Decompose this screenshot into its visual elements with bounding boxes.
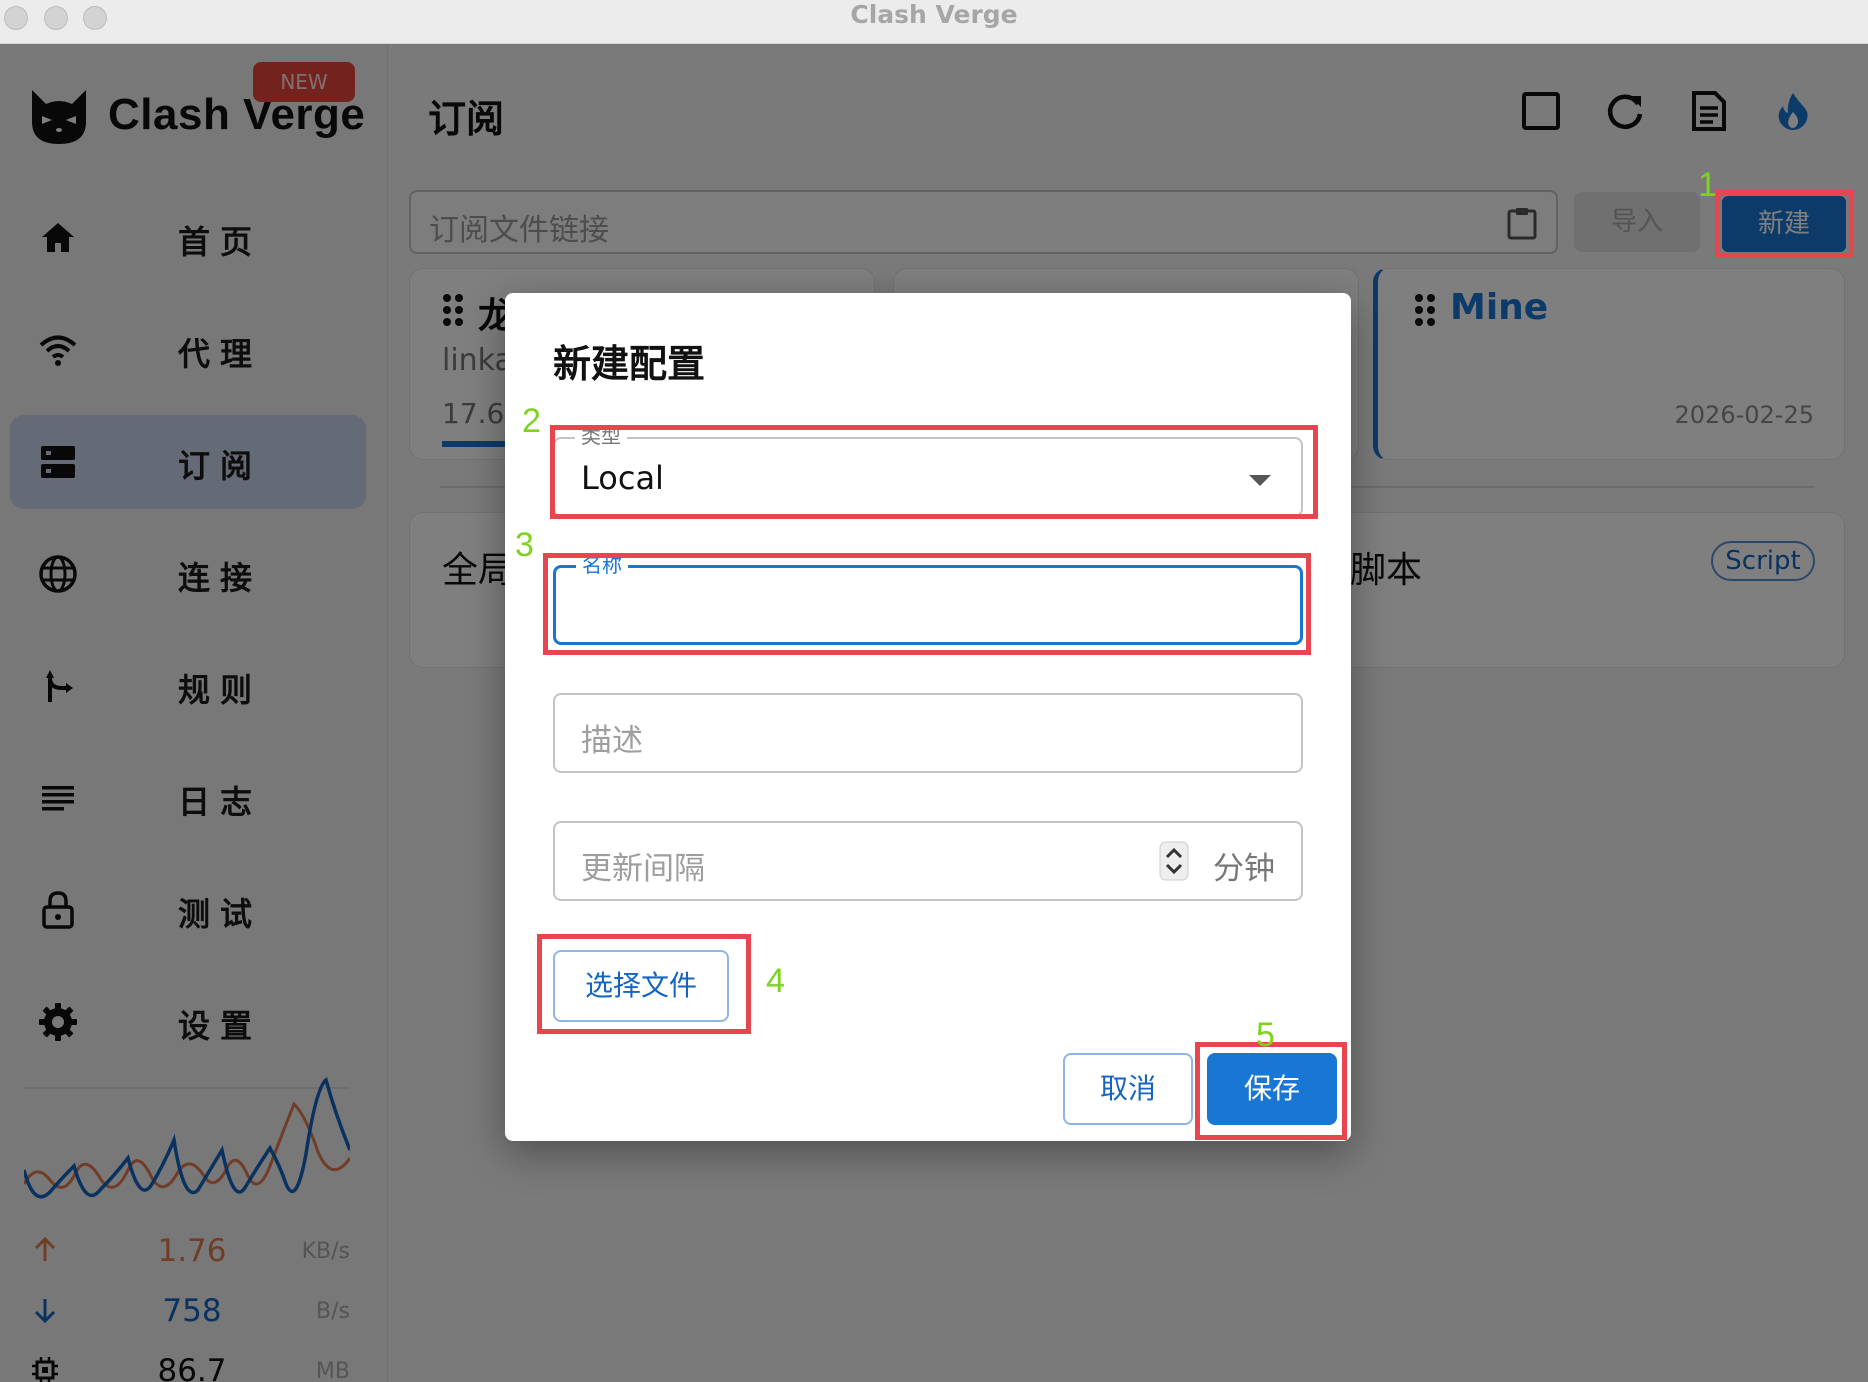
interval-unit: 分钟 xyxy=(1213,851,1275,887)
step-number-5: 5 xyxy=(1256,1016,1275,1054)
dialog-title: 新建配置 xyxy=(553,342,706,386)
highlight-box-5 xyxy=(1195,1042,1347,1140)
highlight-box-4 xyxy=(537,934,751,1034)
cancel-button[interactable]: 取消 xyxy=(1063,1053,1193,1125)
window-titlebar: Clash Verge xyxy=(0,0,1868,44)
step-number-3: 3 xyxy=(515,526,534,564)
highlight-box-1 xyxy=(1715,190,1854,258)
step-number-2: 2 xyxy=(522,402,541,440)
description-input[interactable]: 描述 xyxy=(553,693,1303,773)
window-title: Clash Verge xyxy=(850,0,1018,29)
update-interval-placeholder: 更新间隔 xyxy=(581,851,705,887)
step-number-1: 1 xyxy=(1698,166,1717,204)
update-interval-input[interactable]: 更新间隔 分钟 xyxy=(553,821,1303,901)
highlight-box-2 xyxy=(550,425,1318,519)
highlight-box-3 xyxy=(543,553,1311,655)
stepper-icon[interactable] xyxy=(1159,841,1189,881)
description-placeholder: 描述 xyxy=(581,723,643,759)
step-number-4: 4 xyxy=(766,962,785,1000)
